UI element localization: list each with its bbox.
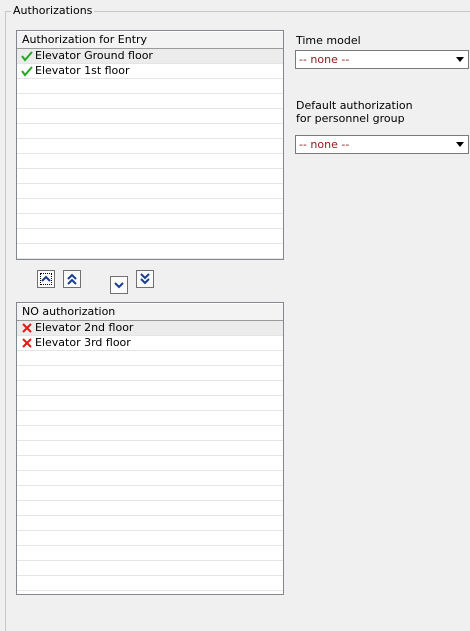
empty-row bbox=[17, 244, 283, 259]
empty-row bbox=[17, 94, 283, 109]
default-authorization-label: Default authorization for personnel grou… bbox=[296, 99, 413, 125]
list-item-label: Elevator 2nd floor bbox=[35, 321, 134, 334]
default-authorization-dropdown[interactable]: -- none -- bbox=[295, 135, 469, 154]
chevron-down-icon bbox=[114, 282, 124, 289]
empty-row bbox=[17, 561, 283, 576]
group-title: Authorizations bbox=[11, 4, 95, 17]
empty-row bbox=[17, 396, 283, 411]
move-all-down-button[interactable] bbox=[136, 270, 154, 288]
time-model-dropdown[interactable]: -- none -- bbox=[295, 50, 469, 69]
empty-row bbox=[17, 109, 283, 124]
default-authorization-label-line1: Default authorization bbox=[296, 99, 413, 112]
list-item[interactable]: Elevator Ground floor bbox=[17, 49, 283, 64]
list-item[interactable]: Elevator 3rd floor bbox=[17, 336, 283, 351]
default-authorization-value: -- none -- bbox=[299, 138, 350, 151]
checkmark-icon bbox=[20, 49, 34, 63]
cross-icon bbox=[20, 336, 34, 350]
authorized-list-header[interactable]: Authorization for Entry bbox=[17, 31, 283, 49]
empty-row bbox=[17, 456, 283, 471]
move-down-button[interactable] bbox=[110, 276, 128, 294]
empty-row bbox=[17, 441, 283, 456]
unauthorized-list-header[interactable]: NO authorization bbox=[17, 303, 283, 321]
empty-row bbox=[17, 576, 283, 591]
empty-row bbox=[17, 199, 283, 214]
double-chevron-up-icon bbox=[67, 273, 77, 285]
empty-row bbox=[17, 124, 283, 139]
empty-row bbox=[17, 139, 283, 154]
empty-row bbox=[17, 229, 283, 244]
list-item[interactable]: Elevator 2nd floor bbox=[17, 321, 283, 336]
list-item[interactable]: Elevator 1st floor bbox=[17, 64, 283, 79]
time-model-value: -- none -- bbox=[299, 53, 350, 66]
empty-row bbox=[17, 531, 283, 546]
empty-row bbox=[17, 381, 283, 396]
dropdown-arrow-icon[interactable] bbox=[450, 136, 468, 153]
empty-row bbox=[17, 516, 283, 531]
empty-row bbox=[17, 546, 283, 561]
authorized-listbox[interactable]: Authorization for Entry Elevator Ground … bbox=[16, 30, 284, 260]
empty-row bbox=[17, 154, 283, 169]
empty-row bbox=[17, 79, 283, 94]
empty-row bbox=[17, 169, 283, 184]
empty-row bbox=[17, 471, 283, 486]
empty-row bbox=[17, 426, 283, 441]
unauthorized-listbox[interactable]: NO authorization Elevator 2nd floor Eleva… bbox=[16, 302, 284, 595]
empty-row bbox=[17, 351, 283, 366]
list-item-label: Elevator Ground floor bbox=[35, 49, 153, 62]
empty-row bbox=[17, 366, 283, 381]
empty-row bbox=[17, 411, 283, 426]
unauthorized-rows: Elevator 2nd floor Elevator 3rd floor bbox=[17, 321, 283, 591]
list-item-label: Elevator 1st floor bbox=[35, 64, 130, 77]
cross-icon bbox=[20, 321, 34, 335]
empty-row bbox=[17, 184, 283, 199]
time-model-label: Time model bbox=[296, 34, 361, 47]
authorized-rows: Elevator Ground floor Elevator 1st floor bbox=[17, 49, 283, 259]
default-authorization-label-line2: for personnel group bbox=[296, 112, 405, 125]
empty-row bbox=[17, 501, 283, 516]
move-all-up-button[interactable] bbox=[63, 270, 81, 288]
move-up-button[interactable] bbox=[37, 270, 55, 288]
empty-row bbox=[17, 214, 283, 229]
list-item-label: Elevator 3rd floor bbox=[35, 336, 131, 349]
chevron-up-icon bbox=[41, 275, 51, 282]
dropdown-arrow-icon[interactable] bbox=[450, 51, 468, 68]
double-chevron-down-icon bbox=[140, 273, 150, 285]
empty-row bbox=[17, 486, 283, 501]
checkmark-icon bbox=[20, 64, 34, 78]
